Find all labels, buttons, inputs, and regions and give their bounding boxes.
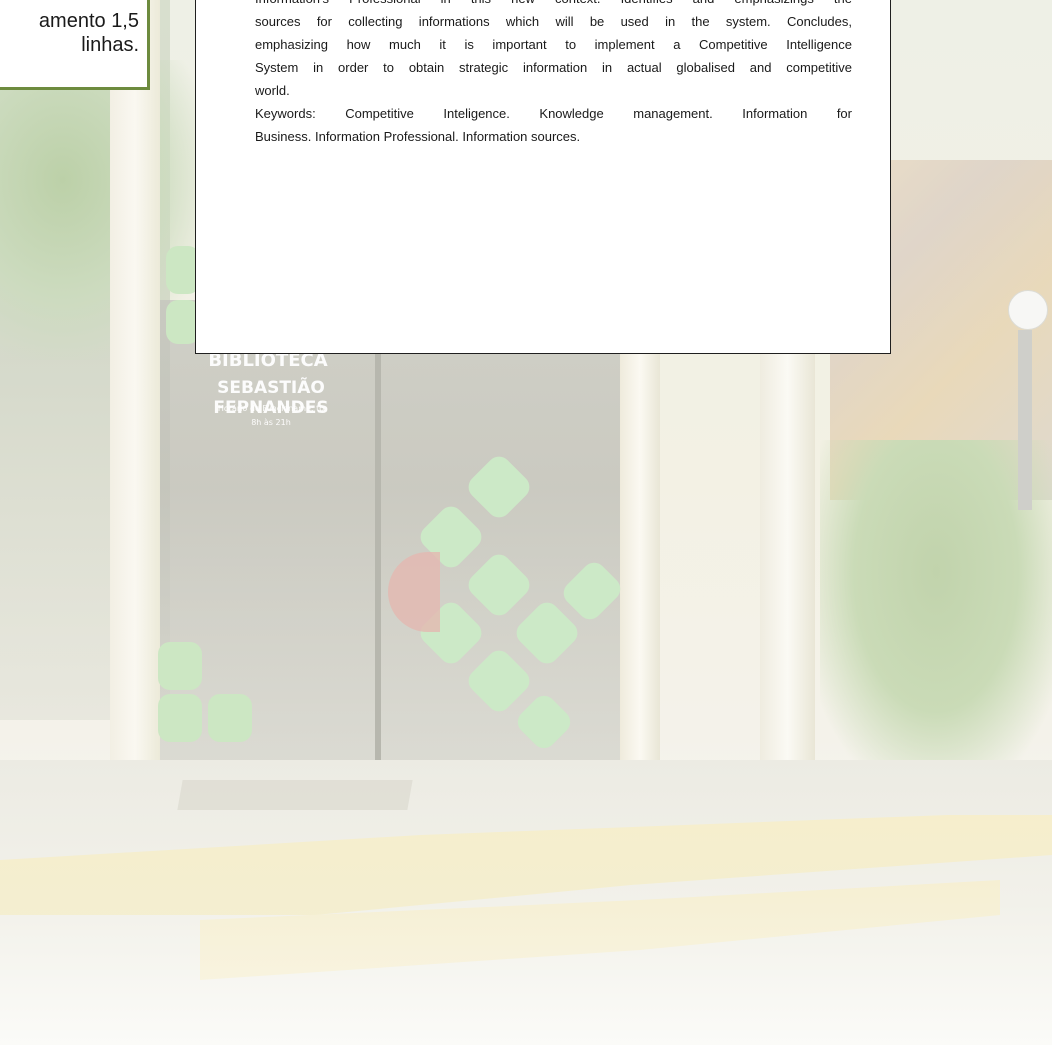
abstract-box: Information's Professional in this new c… bbox=[195, 0, 891, 354]
abstract-line-5: world. bbox=[255, 83, 290, 98]
instruction-note: amento 1,5 linhas. bbox=[0, 0, 150, 90]
sign-opening-hours-label: Horário de Funcioname: to bbox=[217, 404, 325, 413]
keywords-line-2: Business. Information Professional. Info… bbox=[255, 129, 581, 144]
logo-tile bbox=[208, 694, 252, 742]
instruction-note-line-2: linhas. bbox=[81, 34, 139, 56]
keywords-line-1: Keywords: Competitive Inteligence. Knowl… bbox=[255, 106, 852, 121]
page: BIBLIOTECA SEBASTIÃO FEPNANDES Horário d… bbox=[0, 0, 1052, 1045]
abstract-line-1: Information's Professional in this new c… bbox=[255, 0, 852, 10]
background-door-frame bbox=[375, 330, 381, 760]
abstract-line-2: sources for collecting informations whic… bbox=[255, 14, 852, 29]
abstract-line-4: System in order to obtain strategic info… bbox=[255, 60, 852, 75]
logo-tile bbox=[158, 642, 202, 690]
background-pillar-left bbox=[110, 0, 160, 760]
sign-opening-hours: 8h às 21h bbox=[251, 418, 291, 427]
background-lamp-post bbox=[1018, 330, 1032, 510]
logo-tile bbox=[158, 694, 202, 742]
background-doormat bbox=[177, 780, 413, 810]
abstract-line-3: emphasizing how much it is important to … bbox=[255, 37, 852, 52]
background-lamp-globe bbox=[1008, 290, 1048, 330]
instruction-note-line-1: amento 1,5 bbox=[38, 10, 139, 32]
